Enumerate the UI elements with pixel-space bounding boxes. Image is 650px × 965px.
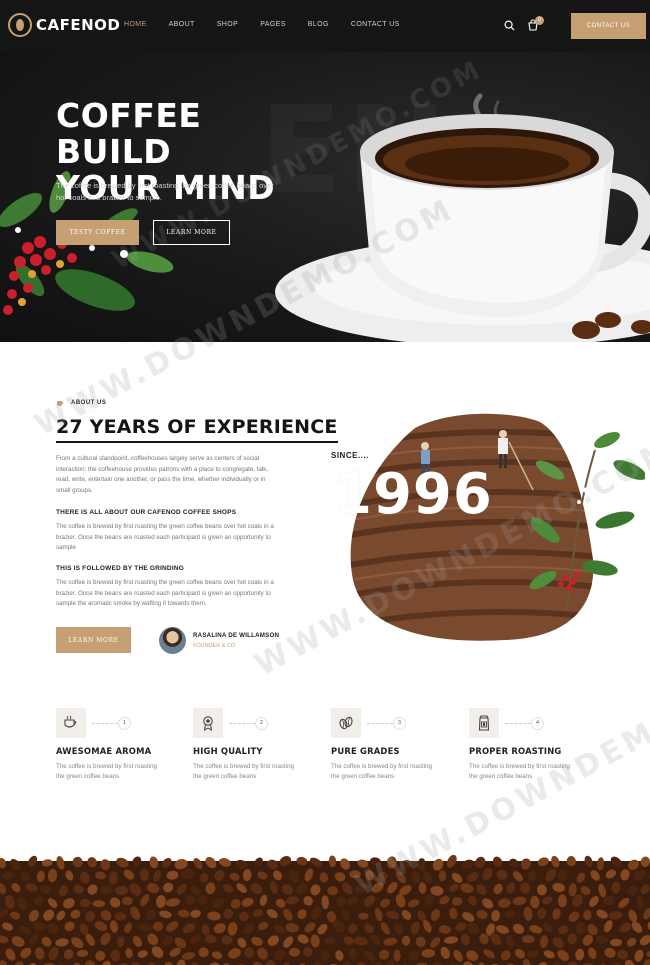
about-learn-more-button[interactable]: LEARN MORE — [56, 627, 131, 653]
feature-description: The coffee is brewed by first roasting t… — [331, 763, 432, 780]
top-navbar: CAFENOD HOME ABOUT SHOP PAGES BLOG CONTA… — [0, 0, 650, 52]
testy-coffee-button[interactable]: TESTY COFFEE — [56, 220, 139, 245]
feature-card-2: 2 HIGH QUALITY The coffee is brewed by f… — [193, 708, 333, 788]
feature-description: The coffee is brewed by first roasting t… — [56, 763, 157, 780]
feature-number: 4 — [531, 717, 544, 730]
search-icon[interactable] — [504, 20, 515, 31]
about-title: 27 YEARS OF EXPERIENCE — [56, 416, 338, 443]
hero-section: EN COFFEE BUILD YOUR MIND The coffee is … — [0, 52, 650, 342]
author-avatar — [159, 627, 186, 654]
coffee-cup-icon — [57, 401, 64, 406]
nav-pages[interactable]: PAGES — [260, 21, 286, 28]
about-paragraph-3: The coffee is brewed by first roasting t… — [56, 579, 274, 607]
cart-count-badge: 0 — [535, 16, 544, 25]
contact-us-button[interactable]: CONTACT US — [571, 13, 646, 39]
feature-card-1: 1 AWESOMAE AROMA The coffee is brewed by… — [56, 708, 196, 788]
feature-connector-line — [505, 723, 531, 724]
about-paragraph-2: The coffee is brewed by first roasting t… — [56, 523, 274, 551]
about-paragraph-1: From a cultural standpoint, coffeehouses… — [56, 455, 269, 494]
feature-icon-box — [331, 708, 361, 738]
feature-title: PURE GRADES — [331, 746, 400, 756]
feature-number: 2 — [255, 717, 268, 730]
about-subheading-1: THERE IS ALL ABOUT OUR CAFENOD COFFEE SH… — [56, 509, 237, 516]
nav-blog[interactable]: BLOG — [308, 21, 329, 28]
coffee-bean — [557, 894, 567, 908]
coffee-bean — [417, 858, 426, 872]
feature-connector-line — [229, 723, 255, 724]
feature-icon-box — [56, 708, 86, 738]
hero-description: The coffee is brewed by first roasting t… — [56, 181, 274, 202]
hero-title-line-1: COFFEE BUILD — [56, 96, 202, 171]
feature-connector-line — [92, 723, 118, 724]
coffee-bag-icon — [478, 715, 490, 731]
feature-title: HIGH QUALITY — [193, 746, 263, 756]
nav-shop[interactable]: SHOP — [217, 21, 238, 28]
since-year: 1996 — [333, 462, 493, 527]
feature-card-3: 3 PURE GRADES The coffee is brewed by fi… — [331, 708, 471, 788]
about-us-tag: ABOUT US — [56, 399, 106, 407]
coffee-field-illustration — [350, 413, 645, 641]
nav-home[interactable]: HOME — [124, 21, 147, 28]
logo-text: CAFENOD — [36, 16, 121, 34]
coffee-cup-icon — [64, 715, 77, 728]
author-role: FOUNDER & CO — [193, 643, 236, 649]
feature-title: PROPER ROASTING — [469, 746, 562, 756]
feature-connector-line — [367, 723, 393, 724]
nav-about[interactable]: ABOUT — [169, 21, 195, 28]
coffee-bean — [289, 947, 300, 957]
coffee-bean-logo-icon — [8, 13, 32, 37]
feature-card-4: 4 PROPER ROASTING The coffee is brewed b… — [469, 708, 609, 788]
main-nav: HOME ABOUT SHOP PAGES BLOG CONTACT US — [124, 21, 422, 28]
hero-learn-more-button[interactable]: LEARN MORE — [153, 220, 230, 245]
nav-contact[interactable]: CONTACT US — [351, 21, 400, 28]
feature-title: AWESOMAE AROMA — [56, 746, 152, 756]
author-name: RASALINA DE WILLAMSON — [193, 632, 280, 639]
coffee-bean — [244, 947, 254, 958]
feature-icon-box — [469, 708, 499, 738]
feature-description: The coffee is brewed by first roasting t… — [469, 763, 570, 780]
coffee-bean — [349, 870, 361, 879]
coffee-cup-illustration — [275, 93, 650, 342]
about-subheading-2: THIS IS FOLLOWED BY THE GRINDING — [56, 565, 184, 572]
logo[interactable]: CAFENOD — [8, 13, 120, 37]
feature-number: 3 — [393, 717, 406, 730]
feature-description: The coffee is brewed by first roasting t… — [193, 763, 294, 780]
about-us-label: ABOUT US — [71, 400, 107, 406]
award-badge-icon — [203, 716, 213, 731]
coffee-beans-icon — [339, 716, 353, 730]
feature-icon-box — [193, 708, 223, 738]
coffee-beans-background — [0, 854, 650, 965]
feature-number: 1 — [118, 717, 131, 730]
